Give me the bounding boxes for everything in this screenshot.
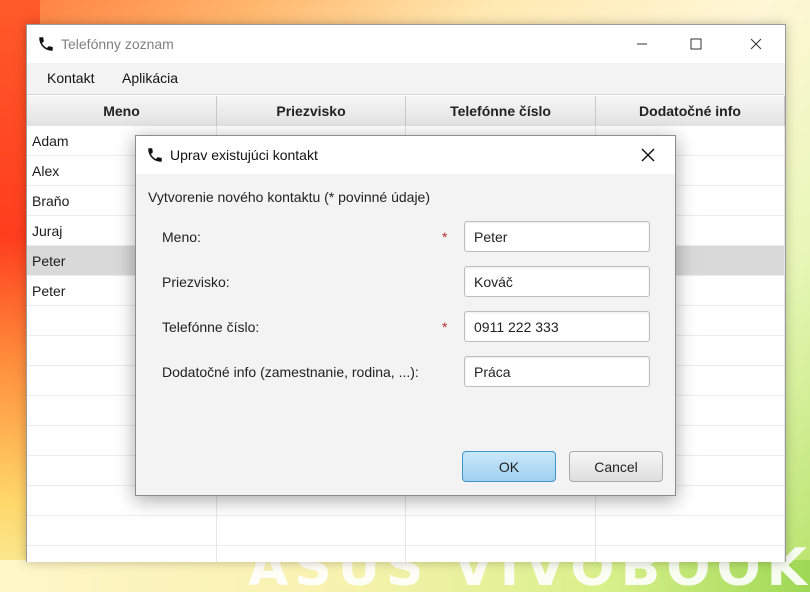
field-label-telefon: Telefónne číslo:	[162, 319, 260, 335]
maximize-icon	[690, 38, 702, 50]
table-row[interactable]	[27, 516, 785, 546]
dialog-titlebar[interactable]: Uprav existujúci kontakt	[136, 136, 675, 174]
phone-icon	[37, 35, 55, 53]
table-cell	[217, 546, 406, 562]
menubar: Kontakt Aplikácia	[27, 63, 785, 95]
minimize-icon	[637, 43, 647, 45]
telefon-input[interactable]: 0911 222 333	[464, 311, 650, 342]
meno-input[interactable]: Peter	[464, 221, 650, 252]
minimize-button[interactable]	[619, 25, 665, 63]
dialog-close-button[interactable]	[636, 144, 660, 166]
required-mark: *	[442, 229, 448, 245]
phone-icon	[146, 146, 164, 164]
maximize-button[interactable]	[673, 25, 719, 63]
dialog-heading: Vytvorenie nového kontaktu (* povinné úd…	[148, 189, 430, 205]
close-icon	[641, 148, 655, 162]
table-row[interactable]	[27, 546, 785, 562]
field-label-meno: Meno:	[162, 229, 201, 245]
dialog-title: Uprav existujúci kontakt	[170, 147, 318, 163]
priezvisko-input[interactable]: Kováč	[464, 266, 650, 297]
column-header-priezvisko[interactable]: Priezvisko	[217, 96, 406, 126]
column-header-info[interactable]: Dodatočné info	[596, 96, 785, 126]
required-mark: *	[442, 319, 448, 335]
window-title: Telefónny zoznam	[61, 36, 174, 52]
close-icon	[750, 38, 762, 50]
column-header-telefon[interactable]: Telefónne číslo	[406, 96, 596, 126]
table-cell	[406, 516, 596, 546]
table-cell	[27, 516, 217, 546]
menu-kontakt[interactable]: Kontakt	[47, 70, 94, 86]
table-cell	[406, 546, 596, 562]
ok-button[interactable]: OK	[462, 451, 556, 482]
table-header: Meno Priezvisko Telefónne číslo Dodatočn…	[27, 96, 785, 126]
info-input[interactable]: Práca	[464, 356, 650, 387]
menu-aplikacia[interactable]: Aplikácia	[122, 70, 178, 86]
table-cell	[596, 516, 785, 546]
cancel-button[interactable]: Cancel	[569, 451, 663, 482]
field-label-priezvisko: Priezvisko:	[162, 274, 230, 290]
field-label-info: Dodatočné info (zamestnanie, rodina, ...…	[162, 364, 419, 380]
edit-contact-dialog: Uprav existujúci kontakt Vytvorenie nové…	[135, 135, 676, 496]
column-header-meno[interactable]: Meno	[27, 96, 217, 126]
table-cell	[217, 516, 406, 546]
table-cell	[27, 546, 217, 562]
window-titlebar[interactable]: Telefónny zoznam	[27, 25, 785, 63]
window-close-button[interactable]	[733, 25, 779, 63]
table-cell	[596, 546, 785, 562]
